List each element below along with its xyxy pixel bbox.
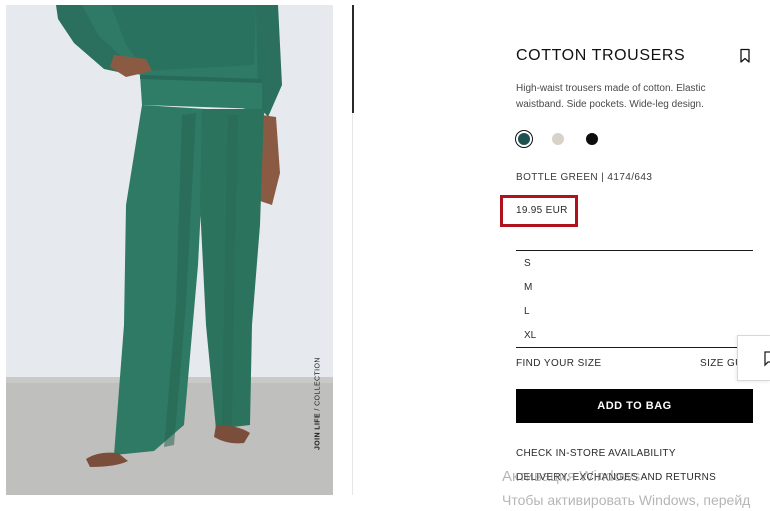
size-list-bottom-divider (516, 347, 753, 348)
product-description: High-waist trousers made of cotton. Elas… (516, 83, 706, 110)
size-option-l[interactable]: L (524, 304, 744, 328)
size-option-xl[interactable]: XL (524, 328, 744, 352)
add-to-bag-button[interactable]: ADD TO BAG (516, 389, 753, 423)
chat-icon (764, 351, 770, 367)
find-your-size-link[interactable]: FIND YOUR SIZE (516, 358, 601, 369)
product-price: 19.95 EUR (516, 205, 568, 216)
model-illustration (6, 5, 333, 495)
product-photo[interactable]: JOIN LIFE / COLLECTION (6, 5, 333, 495)
product-info: COTTON TROUSERS High-waist trousers made… (500, 0, 770, 511)
size-option-m[interactable]: M (524, 280, 744, 304)
bookmark-icon[interactable] (738, 48, 752, 64)
size-option-s[interactable]: S (524, 256, 744, 280)
color-swatches (515, 130, 620, 148)
size-list: S M L XL (524, 256, 744, 352)
collection-caption: JOIN LIFE / COLLECTION (312, 357, 324, 450)
caption-brand: JOIN LIFE (314, 412, 322, 450)
caption-rest: / COLLECTION (314, 357, 322, 413)
color-reference: BOTTLE GREEN | 4174/643 (516, 172, 653, 183)
color-swatch-black[interactable] (586, 133, 598, 145)
size-guide-link[interactable]: SIZE GUIDE (700, 358, 738, 369)
color-swatch-bottle-green[interactable] (515, 130, 533, 148)
image-scroll-thumb[interactable] (352, 5, 354, 113)
chat-widget[interactable] (737, 335, 770, 381)
check-store-availability-link[interactable]: CHECK IN-STORE AVAILABILITY (516, 448, 676, 459)
delivery-returns-link[interactable]: DELIVERY, EXCHANGES AND RETURNS (516, 472, 716, 483)
size-list-top-divider (516, 250, 753, 251)
color-swatch-beige[interactable] (552, 133, 564, 145)
product-title: COTTON TROUSERS (516, 47, 686, 64)
